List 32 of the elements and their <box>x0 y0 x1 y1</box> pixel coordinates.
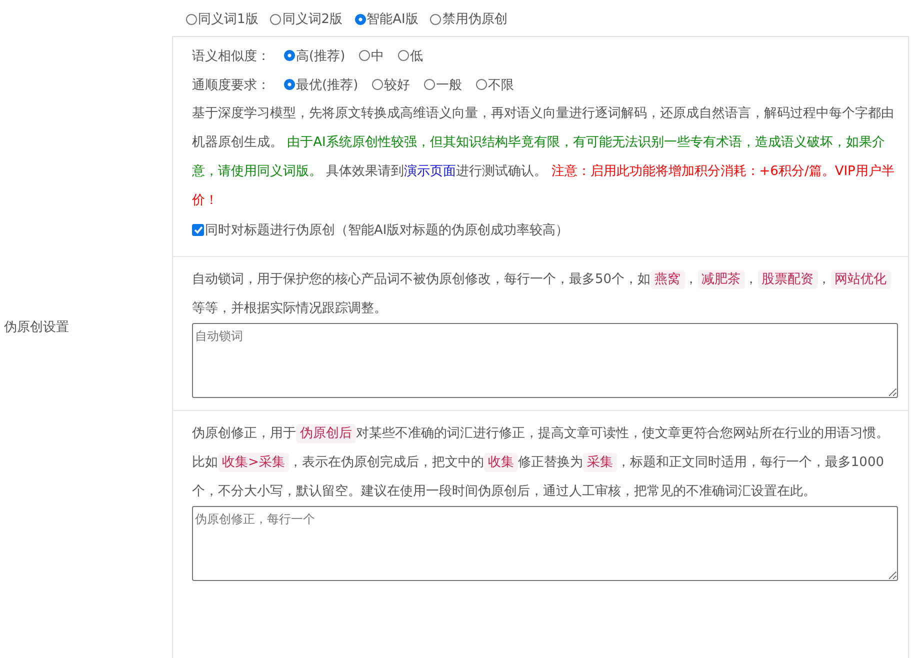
radio-icon[interactable] <box>430 14 442 24</box>
mode-radio-option[interactable]: 智能AI版 <box>354 10 418 28</box>
radio-option[interactable]: 高(推荐) <box>284 46 346 64</box>
radio-option[interactable]: 一般 <box>424 76 462 94</box>
title-checkbox-option[interactable]: 同时对标题进行伪原创（智能AI版对标题的伪原创成功率较高） <box>192 220 569 238</box>
radio-icon[interactable] <box>398 50 410 61</box>
option-label: 通顺度要求： <box>192 76 270 94</box>
radio-option[interactable]: 最优(推荐) <box>284 76 358 94</box>
mode-radio-option[interactable]: 禁用伪原创 <box>430 10 508 28</box>
radio-icon[interactable] <box>186 14 197 24</box>
radio-option[interactable]: 低 <box>398 46 424 64</box>
mode-radio-option[interactable]: 同义词2版 <box>270 10 343 28</box>
radio-icon[interactable] <box>354 14 366 24</box>
mode-radio-option[interactable]: 同义词1版 <box>186 10 258 28</box>
radio-icon[interactable] <box>372 79 384 90</box>
radio-icon[interactable] <box>284 79 295 90</box>
radio-option[interactable]: 中 <box>359 46 384 64</box>
checkbox-icon[interactable] <box>192 224 204 236</box>
radio-icon[interactable] <box>424 79 436 90</box>
radio-icon[interactable] <box>476 79 488 90</box>
corrections-field[interactable]: 伪原创修正，每行一个 <box>192 506 898 581</box>
option-label: 语义相似度： <box>192 48 270 64</box>
lock-words-field[interactable]: 自动锁词 <box>192 323 898 398</box>
radio-option[interactable]: 较好 <box>372 76 410 94</box>
description-text: 基于深度学习模型，先将原文转换成高维语义向量，再对语义向量进行逐词解码，还原成自然语言，解码过程中每个字都由机器原创生成。 由于AI系统原创性较强，但其知识结构毕竟有限，有可能无法识别一些专有术语，造成语义破坏，如果介意，请使用同义词版。 具体效果请到演示页面进行测试确认。 注意：启用此功能将增加积分消耗：+6积分/篇。VIP用户半价！ <box>192 105 896 210</box>
radio-icon[interactable] <box>359 50 370 61</box>
lock-words-help-text: 自动锁词，用于保护您的核心产品词不被伪原创修改，每行一个，最多50个，如 燕窝 ， 减肥茶 ， 股票配资 ， 网站优化 等等，并根据实际情况跟踪调整。 <box>192 265 898 323</box>
section-label: 伪原创设置 <box>4 319 69 336</box>
corrections-help-text: 伪原创修正，用于 伪原创后 对某些不准确的词汇进行修正，提高文章可读性，使文章更符合您网站所在行业的用语习惯。比如 收集>采集 ，表示在伪原创完成后，把文中的 收集 修正替换为 采集 ，标题和正文同时适用，每行一个，最多1000个，不分大小写，默认留空。建议在使用一段时间伪原创后，通过人工审核，把常见的不准确词汇设置在此。 <box>192 423 890 501</box>
radio-icon[interactable] <box>270 14 282 24</box>
radio-icon[interactable] <box>284 50 295 61</box>
radio-option[interactable]: 不限 <box>476 76 514 94</box>
